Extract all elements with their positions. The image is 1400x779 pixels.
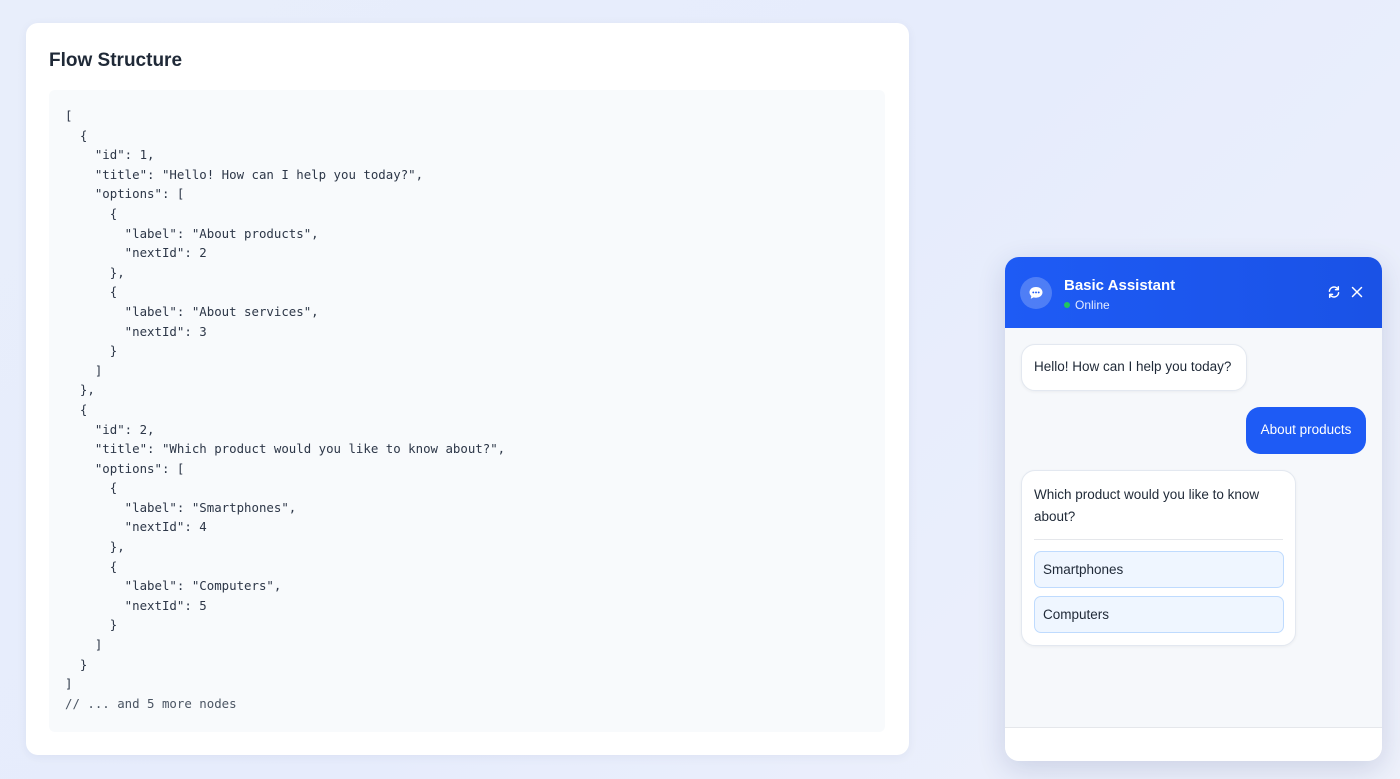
chat-bubble-icon [1020, 277, 1052, 309]
flow-structure-card: Flow Structure [ { "id": 1, "title": "He… [26, 23, 909, 755]
chat-footer [1005, 727, 1382, 761]
assistant-name: Basic Assistant [1064, 277, 1176, 294]
option-button-computers[interactable]: Computers [1034, 596, 1284, 633]
close-icon[interactable] [1348, 283, 1366, 301]
bot-message: Hello! How can I help you today? [1021, 344, 1247, 391]
online-dot-icon [1064, 302, 1070, 308]
bot-message-text: Which product would you like to know abo… [1034, 487, 1260, 524]
chat-header: Basic Assistant Online [1005, 257, 1382, 328]
flow-code-comment: // ... and 5 more nodes [65, 695, 237, 711]
option-button-smartphones[interactable]: Smartphones [1034, 551, 1284, 588]
user-message: About products [1246, 407, 1366, 454]
chat-widget: Basic Assistant Online Hello! How can I … [1005, 257, 1382, 761]
status-indicator: Online [1064, 298, 1110, 312]
status-label: Online [1075, 298, 1110, 312]
flow-code-json: [ { "id": 1, "title": "Hello! How can I … [65, 108, 506, 692]
bot-message-text: Hello! How can I help you today? [1034, 359, 1232, 374]
user-message-text: About products [1260, 422, 1352, 437]
refresh-icon[interactable] [1325, 283, 1343, 301]
divider [1034, 539, 1283, 540]
bot-message-with-options: Which product would you like to know abo… [1021, 470, 1296, 646]
flow-structure-title: Flow Structure [49, 50, 183, 71]
flow-code-block: [ { "id": 1, "title": "Hello! How can I … [49, 90, 885, 732]
